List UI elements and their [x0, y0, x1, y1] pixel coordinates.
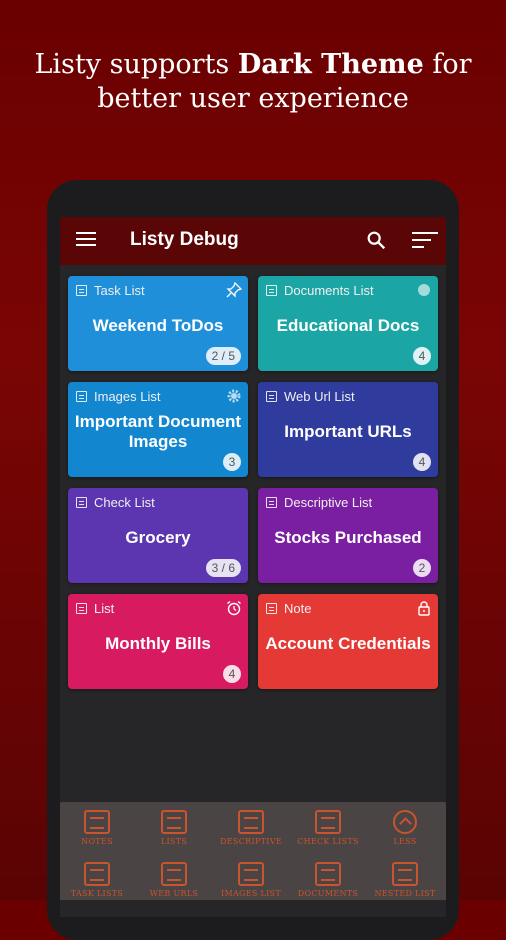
item-count-badge: 2	[413, 559, 431, 577]
bottom-type-menu: NOTES LISTS DESCRIPTIVE CHECK LISTS LESS…	[60, 802, 446, 900]
task-lists-icon	[84, 862, 110, 886]
menu-item-label: LESS	[393, 837, 417, 846]
item-count-badge: 4	[413, 453, 431, 471]
images-list-icon	[76, 391, 87, 402]
chevron-up-icon	[393, 810, 417, 834]
card-type: Documents List	[284, 283, 374, 298]
list-card-list[interactable]: List Monthly Bills 4	[68, 594, 248, 689]
card-type: Images List	[94, 389, 161, 404]
descriptive-icon	[238, 810, 264, 834]
card-name: Stocks Purchased	[274, 528, 422, 547]
card-name: Grocery	[125, 528, 191, 547]
card-name: Important Document Images	[74, 412, 242, 451]
menu-item-label: LISTS	[160, 837, 188, 846]
gear-icon	[227, 389, 241, 403]
card-name: Important URLs	[284, 422, 412, 441]
card-type: Task List	[94, 283, 145, 298]
menu-item-label: DOCUMENTS	[297, 889, 359, 898]
web-url-list-icon	[266, 391, 277, 402]
menu-item-descriptive[interactable]: DESCRIPTIVE	[214, 810, 288, 846]
menu-item-notes[interactable]: NOTES	[60, 810, 134, 846]
images-list-icon	[238, 862, 264, 886]
list-card-images[interactable]: Images List Important Document Images 3	[68, 382, 248, 477]
nested-list-icon	[392, 862, 418, 886]
menu-item-documents[interactable]: DOCUMENTS	[291, 862, 365, 898]
card-name: Monthly Bills	[105, 634, 211, 653]
documents-icon	[315, 862, 341, 886]
menu-item-web-urls[interactable]: WEB URLS	[137, 862, 211, 898]
list-card-note[interactable]: Note Account Credentials	[258, 594, 438, 689]
menu-item-label: CHECK LISTS	[297, 837, 359, 846]
menu-item-label: NOTES	[81, 837, 113, 846]
list-card-check[interactable]: Check List Grocery 3 / 6	[68, 488, 248, 583]
note-icon	[266, 603, 277, 614]
card-type: Descriptive List	[284, 495, 373, 510]
item-count-badge: 3	[223, 453, 241, 471]
card-type: Check List	[94, 495, 155, 510]
menu-item-task-lists[interactable]: TASK LISTS	[60, 862, 134, 898]
app-title: Listy Debug	[130, 229, 239, 250]
pin-icon[interactable]	[226, 282, 242, 298]
list-card-documents[interactable]: Documents List Educational Docs 4	[258, 276, 438, 371]
headline-bold: Dark Theme	[237, 49, 424, 80]
menu-item-check-lists[interactable]: CHECK LISTS	[291, 810, 365, 846]
dot-icon	[418, 284, 430, 296]
item-count-badge: 4	[223, 665, 241, 683]
list-card-task[interactable]: Task List Weekend ToDos 2 / 5	[68, 276, 248, 371]
menu-item-less[interactable]: LESS	[368, 810, 442, 846]
menu-item-label: NESTED LIST	[374, 889, 436, 898]
menu-item-images-list[interactable]: IMAGES LIST	[214, 862, 288, 898]
web-urls-icon	[161, 862, 187, 886]
promo-headline: Listy supports Dark Theme for better use…	[0, 48, 506, 116]
headline-line-2: better user experience	[97, 83, 409, 114]
headline-line-1: Listy supports Dark Theme for	[0, 48, 506, 82]
documents-list-icon	[266, 285, 277, 296]
check-list-icon	[76, 497, 87, 508]
lock-icon[interactable]	[416, 600, 432, 616]
menu-item-nested-list[interactable]: NESTED LIST	[368, 862, 442, 898]
card-type: Web Url List	[284, 389, 355, 404]
menu-item-label: TASK LISTS	[70, 889, 124, 898]
headline-prefix: Listy supports	[34, 49, 238, 80]
app-bar: Listy Debug	[60, 217, 446, 265]
notes-icon	[84, 810, 110, 834]
headline-suffix: for	[423, 49, 472, 80]
menu-item-lists[interactable]: LISTS	[137, 810, 211, 846]
list-card-descriptive[interactable]: Descriptive List Stocks Purchased 2	[258, 488, 438, 583]
task-list-icon	[76, 285, 87, 296]
item-count-badge: 4	[413, 347, 431, 365]
card-name: Weekend ToDos	[92, 316, 224, 335]
list-icon	[76, 603, 87, 614]
menu-item-label: WEB URLS	[149, 889, 199, 898]
menu-item-label: IMAGES LIST	[221, 889, 281, 898]
alarm-icon[interactable]	[226, 600, 242, 616]
menu-item-label: DESCRIPTIVE	[220, 837, 282, 846]
card-name: Account Credentials	[265, 634, 431, 653]
card-type: List	[94, 601, 115, 616]
item-count-badge: 3 / 6	[205, 559, 241, 577]
menu-icon[interactable]	[76, 232, 96, 246]
search-icon[interactable]	[365, 229, 387, 251]
check-lists-icon	[315, 810, 341, 834]
sort-icon[interactable]	[412, 232, 438, 248]
list-card-web-url[interactable]: Web Url List Important URLs 4	[258, 382, 438, 477]
descriptive-list-icon	[266, 497, 277, 508]
lists-icon	[161, 810, 187, 834]
item-count-badge: 2 / 5	[205, 347, 241, 365]
card-name: Educational Docs	[276, 316, 420, 335]
card-type: Note	[284, 601, 312, 616]
